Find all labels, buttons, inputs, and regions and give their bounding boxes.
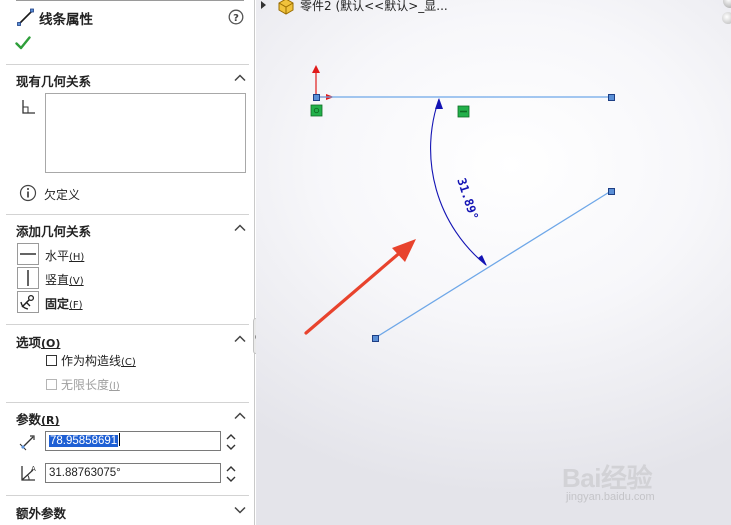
divider — [6, 64, 249, 65]
vertical-shortcut-key: (V) — [69, 276, 84, 287]
length-dimension-icon — [19, 435, 35, 451]
vertical-relation-label[interactable]: 竖直(V) — [45, 271, 84, 288]
length-input[interactable]: 78.95858691 — [45, 431, 221, 451]
fix-shortcut-key: (F) — [69, 300, 83, 311]
add-relations-title: 添加几何关系 — [16, 224, 92, 239]
construction-label-text: 作为构造线 — [61, 354, 122, 368]
divider — [6, 495, 249, 496]
dimension-arrow-down — [478, 255, 487, 266]
property-manager-panel: 线条属性 ? 现有几何关系 欠定义 添加几何关系 水平(H) 竖直(V) 固定(… — [0, 0, 255, 525]
expand-chevron-down-icon[interactable] — [233, 503, 247, 517]
construction-shortcut-key: (C) — [121, 357, 136, 368]
sketch-point[interactable] — [372, 335, 379, 342]
parameters-title-text: 参数 — [16, 412, 42, 427]
vertical-relation-button[interactable] — [17, 267, 39, 289]
horizontal-shortcut-key: (H) — [69, 252, 85, 263]
infinite-length-label: 无限长度(I) — [61, 376, 120, 393]
graphics-viewport[interactable]: 零件2 (默认<<默认>_显... 31.89° Bai经验 jingyan.b… — [256, 0, 731, 525]
svg-text:A: A — [31, 465, 36, 473]
relation-perpendicular-icon — [22, 100, 35, 114]
collapse-chevron-up-icon[interactable] — [233, 221, 247, 235]
infinite-length-shortcut-key: (I) — [109, 381, 120, 392]
ok-checkmark-icon[interactable] — [15, 35, 31, 51]
fix-relation-button[interactable] — [17, 291, 39, 313]
existing-relations-list[interactable] — [45, 93, 246, 173]
infinite-length-label-text: 无限长度 — [61, 378, 110, 392]
length-value-selected: 78.95858691 — [49, 435, 119, 447]
dimension-arrow-up — [435, 98, 443, 109]
coincident-relation-badge-icon — [310, 104, 323, 117]
info-icon — [19, 184, 37, 202]
options-title: 选项(O) — [16, 332, 60, 351]
watermark-url: jingyan.baidu.com — [566, 491, 655, 503]
watermark-brand: Bai经验 — [562, 463, 652, 493]
svg-text:?: ? — [233, 13, 239, 24]
parameters-title: 参数(R) — [16, 409, 60, 428]
collapse-chevron-up-icon[interactable] — [233, 332, 247, 346]
horizontal-label-text: 水平 — [45, 249, 70, 263]
collapse-chevron-up-icon[interactable] — [233, 409, 247, 423]
divider — [6, 214, 249, 215]
horizontal-relation-label[interactable]: 水平(H) — [45, 247, 84, 264]
angled-sketch-line — [374, 190, 612, 339]
divider — [6, 324, 249, 325]
horizontal-line-icon — [20, 253, 36, 255]
fix-relation-label[interactable]: 固定(F) — [45, 295, 83, 312]
sketch-canvas[interactable] — [256, 0, 731, 525]
angle-spinner-icon[interactable] — [225, 463, 237, 485]
line-tool-icon — [17, 8, 34, 26]
definition-status: 欠定义 — [44, 188, 81, 202]
horizontal-relation-button[interactable] — [17, 243, 39, 265]
sketch-point[interactable] — [608, 188, 615, 195]
vertical-label-text: 竖直 — [45, 273, 70, 287]
options-shortcut-key: (O) — [41, 337, 61, 350]
angle-input[interactable]: 31.88763075° — [45, 463, 221, 483]
parameters-shortcut-key: (R) — [41, 414, 60, 427]
collapse-chevron-up-icon[interactable] — [233, 71, 247, 85]
panel-top-border — [16, 0, 244, 1]
anchor-icon — [20, 294, 35, 310]
vertical-line-icon — [27, 270, 29, 286]
construction-label[interactable]: 作为构造线(C) — [61, 352, 136, 369]
construction-checkbox[interactable] — [46, 355, 57, 366]
angle-dimension-icon: A — [21, 465, 36, 481]
sketch-point[interactable] — [608, 94, 615, 101]
length-spinner-icon[interactable] — [225, 431, 237, 453]
infinite-length-checkbox — [46, 379, 57, 390]
annotation-arrow — [304, 248, 405, 335]
panel-title: 线条属性 — [39, 12, 93, 28]
fix-label-text: 固定 — [45, 297, 70, 311]
extra-parameters-title: 额外参数 — [16, 506, 67, 521]
divider — [6, 402, 249, 403]
existing-relations-title: 现有几何关系 — [16, 74, 92, 89]
help-icon[interactable]: ? — [228, 9, 244, 25]
annotation-arrowhead — [392, 239, 416, 262]
text-cursor — [119, 433, 121, 446]
sketch-point[interactable] — [313, 94, 320, 101]
options-title-text: 选项 — [16, 335, 42, 350]
